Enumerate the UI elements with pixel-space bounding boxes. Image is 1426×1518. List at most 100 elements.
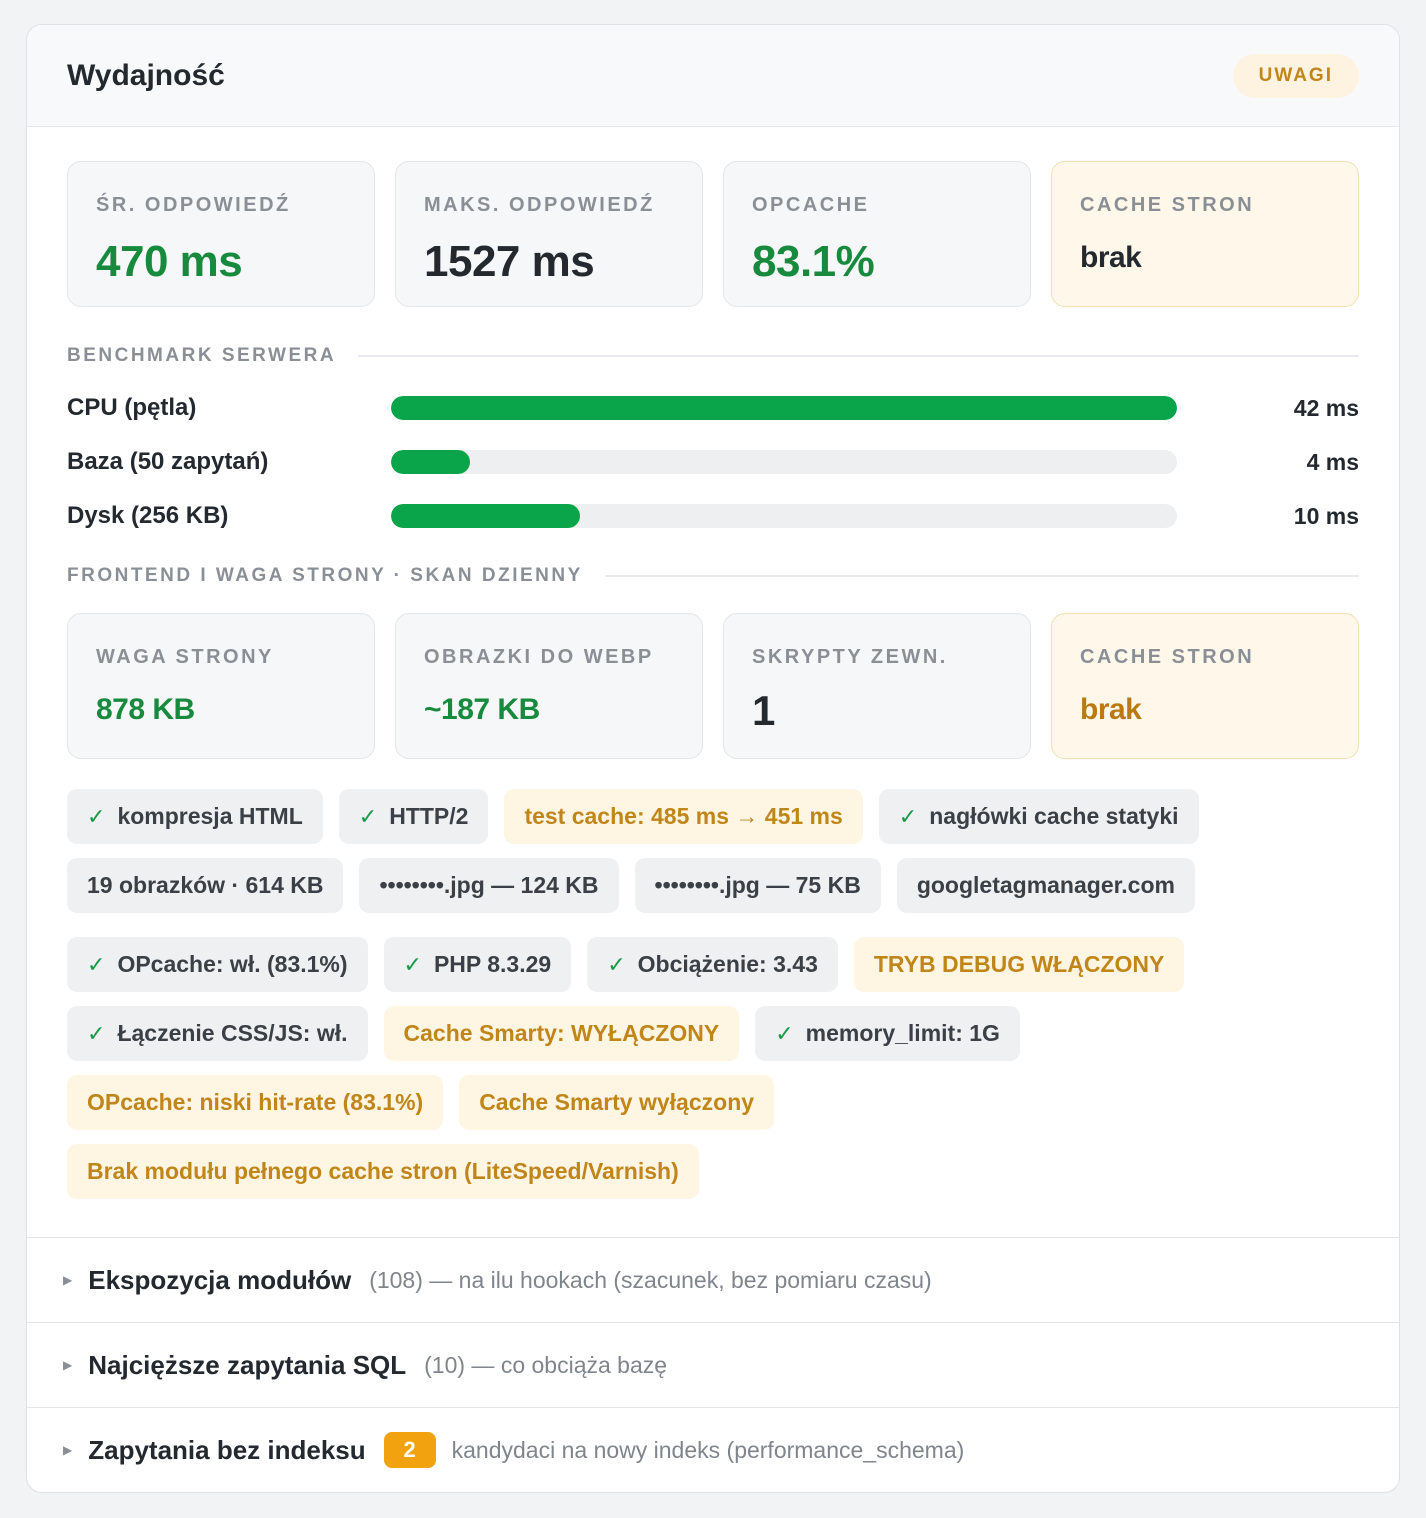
benchmark-bar <box>391 396 1177 420</box>
benchmark-bar-fill <box>391 504 580 528</box>
benchmark-bar-fill <box>391 450 470 474</box>
tile-label: CACHE STRON <box>1080 646 1255 668</box>
status-chip: ••••••••.jpg — 75 KB <box>634 858 881 913</box>
status-chip: TRYB DEBUG WŁĄCZONY <box>853 937 1185 992</box>
performance-card: Wydajność UWAGI ŚR. ODPOWIEDŹ 470 ms MAK… <box>26 24 1400 1493</box>
benchmark-value: 4 ms <box>1306 448 1359 475</box>
chip-label: Brak modułu pełnego cache stron (LiteSpe… <box>87 1158 679 1184</box>
benchmark-heading: BENCHMARK SERWERA <box>67 345 1359 367</box>
frontend-tiles: WAGA STRONY 878 KB OBRAZKI DO WEBP ~187 … <box>67 613 1359 759</box>
chip-label: memory_limit: 1G <box>805 1020 1000 1046</box>
tile-value: brak <box>1080 693 1142 726</box>
chip-label: Łączenie CSS/JS: wł. <box>117 1020 348 1046</box>
status-chip: Cache Smarty wyłączony <box>459 1075 775 1130</box>
card-title: Wydajność <box>67 58 225 92</box>
section-subtitle: (108) — na ilu hookach (szacunek, bez po… <box>369 1266 932 1293</box>
benchmark-value: 42 ms <box>1293 394 1359 421</box>
tile-value: 878 KB <box>96 693 195 726</box>
metric-tile-page-weight: WAGA STRONY 878 KB <box>67 613 375 759</box>
section-title: FRONTEND I WAGA STRONY · SKAN DZIENNY <box>67 565 583 586</box>
chip-label: googletagmanager.com <box>916 872 1175 898</box>
status-chip: Brak modułu pełnego cache stron (LiteSpe… <box>67 1144 699 1199</box>
chip-label: Obciążenie: 3.43 <box>637 951 818 977</box>
status-chip: ✓ memory_limit: 1G <box>755 1006 1020 1061</box>
section-title: Zapytania bez indeksu <box>88 1434 366 1465</box>
divider <box>358 355 1359 357</box>
triangle-right-icon: ▶ <box>63 1358 73 1372</box>
metric-tile-page-cache-frontend: CACHE STRON brak <box>1051 613 1359 759</box>
section-queries-no-index[interactable]: ▶ Zapytania bez indeksu 2 kandydaci na n… <box>27 1407 1399 1492</box>
chip-label: TRYB DEBUG WŁĄCZONY <box>873 951 1165 977</box>
divider <box>604 575 1359 577</box>
benchmark-label: Dysk (256 KB) <box>67 502 229 529</box>
benchmark-bar-fill <box>391 396 1177 420</box>
status-chip: ✓ PHP 8.3.29 <box>383 937 572 992</box>
count-badge: 2 <box>383 1432 436 1468</box>
section-title: BENCHMARK SERWERA <box>67 345 337 366</box>
status-chip: 19 obrazków · 614 KB <box>67 858 344 913</box>
section-title: Ekspozycja modułów <box>88 1264 352 1295</box>
metric-tile-external-scripts: SKRYPTY ZEWN. 1 <box>723 613 1031 759</box>
status-chip: Cache Smarty: WYŁĄCZONY <box>383 1006 740 1061</box>
server-chips: ✓ OPcache: wł. (83.1%) ✓ PHP 8.3.29 ✓ Obciąże… <box>67 937 1359 1199</box>
status-chip: ✓ Obciążenie: 3.43 <box>587 937 838 992</box>
status-chip: ✓ kompresja HTML <box>67 789 323 844</box>
check-icon: ✓ <box>87 1020 106 1046</box>
chip-label: ••••••••.jpg — 124 KB <box>379 872 599 898</box>
tile-value: 1 <box>752 687 775 734</box>
chip-label: OPcache: niski hit-rate (83.1%) <box>87 1089 424 1115</box>
chip-label: OPcache: wł. (83.1%) <box>117 951 348 977</box>
status-chip: ✓ Łączenie CSS/JS: wł. <box>67 1006 368 1061</box>
benchmark-row: CPU (pętla) 42 ms <box>67 381 1359 435</box>
metric-tile-max-response: MAKS. ODPOWIEDŹ 1527 ms <box>395 161 703 307</box>
benchmark-list: CPU (pętla) 42 ms Baza (50 zapytań) 4 ms… <box>67 381 1359 543</box>
status-chip: ✓ nagłówki cache statyki <box>878 789 1199 844</box>
triangle-right-icon: ▶ <box>63 1443 73 1457</box>
section-heavy-sql[interactable]: ▶ Najcięższe zapytania SQL (10) — co obc… <box>27 1322 1399 1407</box>
chip-label: Cache Smarty: WYŁĄCZONY <box>403 1020 720 1046</box>
metric-tile-opcache: OPCACHE 83.1% <box>723 161 1031 307</box>
triangle-right-icon: ▶ <box>63 1273 73 1287</box>
tile-value: 83.1% <box>752 237 875 286</box>
tile-value: brak <box>1080 241 1142 274</box>
card-header: Wydajność UWAGI <box>27 25 1399 127</box>
benchmark-bar <box>391 450 1177 474</box>
chip-label: PHP 8.3.29 <box>433 951 552 977</box>
check-icon: ✓ <box>87 803 106 829</box>
chip-label: nagłówki cache statyki <box>929 803 1179 829</box>
section-module-exposure[interactable]: ▶ Ekspozycja modułów (108) — na ilu hook… <box>27 1237 1399 1322</box>
tile-label: OPCACHE <box>752 194 870 216</box>
check-icon: ✓ <box>775 1020 794 1046</box>
benchmark-bar <box>391 504 1177 528</box>
benchmark-row: Dysk (256 KB) 10 ms <box>67 489 1359 543</box>
check-icon: ✓ <box>403 951 422 977</box>
tile-label: CACHE STRON <box>1080 194 1255 216</box>
metric-tile-avg-response: ŚR. ODPOWIEDŹ 470 ms <box>67 161 375 307</box>
chip-label: HTTP/2 <box>389 803 469 829</box>
status-chip: test cache: 485 ms → 451 ms <box>504 789 863 844</box>
status-chip: ✓ HTTP/2 <box>338 789 489 844</box>
status-chip: ••••••••.jpg — 124 KB <box>359 858 619 913</box>
tile-label: MAKS. ODPOWIEDŹ <box>424 194 655 216</box>
tile-label: SKRYPTY ZEWN. <box>752 646 948 668</box>
chip-label: Cache Smarty wyłączony <box>479 1089 755 1115</box>
chip-label: kompresja HTML <box>117 803 303 829</box>
benchmark-row: Baza (50 zapytań) 4 ms <box>67 435 1359 489</box>
status-badge: UWAGI <box>1232 53 1359 98</box>
section-subtitle: (10) — co obciąża bazę <box>424 1351 668 1378</box>
benchmark-value: 10 ms <box>1293 502 1359 529</box>
status-chip: OPcache: niski hit-rate (83.1%) <box>67 1075 444 1130</box>
benchmark-label: Baza (50 zapytań) <box>67 448 269 475</box>
chip-label: ••••••••.jpg — 75 KB <box>654 872 861 898</box>
tile-label: ŚR. ODPOWIEDŹ <box>96 194 291 216</box>
frontend-heading: FRONTEND I WAGA STRONY · SKAN DZIENNY <box>67 565 1359 587</box>
chip-label: 19 obrazków · 614 KB <box>87 872 324 898</box>
check-icon: ✓ <box>87 951 106 977</box>
metric-tiles: ŚR. ODPOWIEDŹ 470 ms MAKS. ODPOWIEDŹ 152… <box>67 161 1359 307</box>
tile-value: 1527 ms <box>424 237 595 286</box>
check-icon: ✓ <box>607 951 626 977</box>
chip-label: test cache: 485 ms → 451 ms <box>524 803 843 829</box>
check-icon: ✓ <box>898 803 918 829</box>
tile-label: WAGA STRONY <box>96 646 274 668</box>
tile-value: 470 ms <box>96 237 243 286</box>
